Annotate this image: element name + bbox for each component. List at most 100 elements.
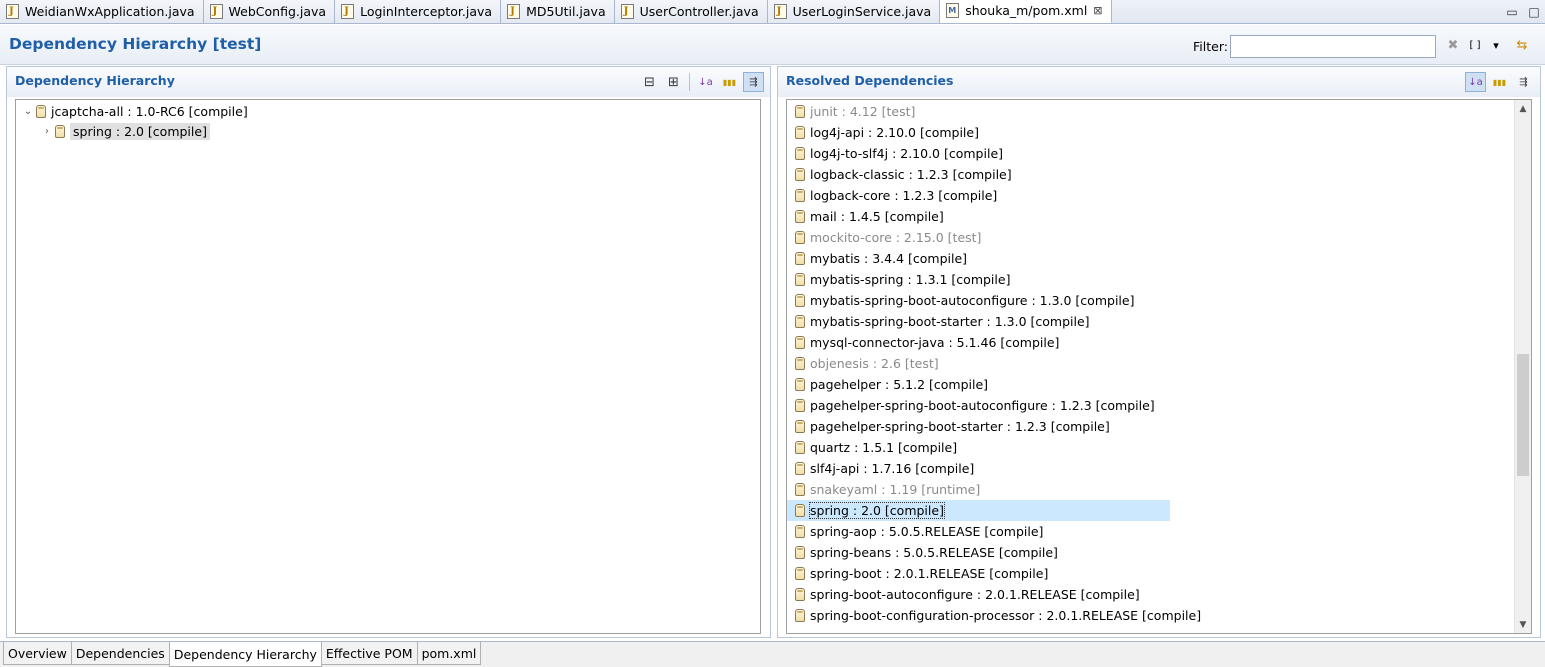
expand-toggle-icon[interactable]: ⌄ <box>20 106 36 117</box>
list-item-label: mybatis-spring-boot-starter : 1.3.0 [com… <box>810 314 1090 329</box>
list-item-label: objenesis : 2.6 [test] <box>810 356 939 371</box>
editor-tab[interactable]: J LoginInterceptor.java <box>335 0 502 23</box>
section-title: Resolved Dependencies <box>786 73 954 88</box>
list-item[interactable]: spring-boot-autoconfigure : 2.0.1.RELEAS… <box>787 584 1531 605</box>
collapse-all-icon[interactable]: ⊟ <box>639 72 660 92</box>
editor-tab-label: LoginInterceptor.java <box>360 3 493 19</box>
list-item[interactable]: mysql-connector-java : 5.1.46 [compile] <box>787 332 1531 353</box>
filter-input[interactable] <box>1230 35 1436 58</box>
list-item-label: quartz : 1.5.1 [compile] <box>810 440 958 455</box>
editor-tab[interactable]: J MD5Util.java <box>501 0 615 23</box>
resolved-rows: junit : 4.12 [test] log4j-api : 2.10.0 [c… <box>787 100 1531 626</box>
list-item[interactable]: mybatis : 3.4.4 [compile] <box>787 248 1531 269</box>
jar-icon <box>795 252 805 265</box>
group-icon[interactable]: ▮▮▮ <box>1489 72 1510 92</box>
editor-tab[interactable]: J UserLoginService.java <box>767 0 941 23</box>
list-item[interactable]: quartz : 1.5.1 [compile] <box>787 437 1531 458</box>
list-item[interactable]: spring-beans : 5.0.5.RELEASE [compile] <box>787 542 1531 563</box>
section-toolbar: ↓a ▮▮▮ ⇶ <box>1465 72 1534 92</box>
editor-tab-label: WebConfig.java <box>228 3 327 19</box>
list-item-label: mybatis : 3.4.4 [compile] <box>810 251 968 266</box>
list-item[interactable]: pagehelper-spring-boot-autoconfigure : 1… <box>787 395 1531 416</box>
jar-icon <box>795 189 805 202</box>
resolved-list[interactable]: junit : 4.12 [test] log4j-api : 2.10.0 [c… <box>786 99 1532 634</box>
list-item[interactable]: slf4j-api : 1.7.16 [compile] <box>787 458 1531 479</box>
section-header: Dependency Hierarchy ⊟ ⊞ ↓a ▮▮▮ ⇶ <box>7 67 770 97</box>
minimize-icon[interactable]: ▭ <box>1501 1 1523 23</box>
jar-icon <box>795 567 805 580</box>
list-item[interactable]: spring-aop : 5.0.5.RELEASE [compile] <box>787 521 1531 542</box>
editor-tab-label: WeidianWxApplication.java <box>25 3 195 19</box>
editor-tab[interactable]: Mshouka_m/pom.xml ⊠ <box>940 0 1112 23</box>
scroll-up-icon[interactable]: ▲ <box>1515 100 1531 117</box>
filter-icon[interactable]: ⇶ <box>743 72 764 92</box>
scroll-down-icon[interactable]: ▼ <box>1515 616 1531 633</box>
jar-icon <box>795 294 805 307</box>
list-item[interactable]: mail : 1.4.5 [compile] <box>787 206 1531 227</box>
list-item[interactable]: mybatis-spring-boot-starter : 1.3.0 [com… <box>787 311 1531 332</box>
section-title: Dependency Hierarchy <box>15 73 175 88</box>
page-tab[interactable]: Dependency Hierarchy <box>168 642 322 667</box>
jar-icon <box>795 168 805 181</box>
page-tab[interactable]: pom.xml <box>416 642 482 665</box>
page-tab-list: Overview Dependencies Dependency Hierarchy… <box>3 642 482 667</box>
scroll-thumb[interactable] <box>1517 354 1529 476</box>
jar-icon <box>795 336 805 349</box>
list-item[interactable]: logback-classic : 1.2.3 [compile] <box>787 164 1531 185</box>
sync-icon[interactable]: ⇆ <box>1513 36 1531 54</box>
sort-alpha-icon[interactable]: ↓a <box>695 72 716 92</box>
list-item[interactable]: mybatis-spring : 1.3.1 [compile] <box>787 269 1531 290</box>
tree-item[interactable]: › spring : 2.0 [compile] <box>16 121 760 141</box>
list-item[interactable]: spring-boot : 2.0.1.RELEASE [compile] <box>787 563 1531 584</box>
sort-alpha-icon[interactable]: ↓a <box>1465 72 1486 92</box>
jar-icon <box>795 273 805 286</box>
page-tab[interactable]: Overview <box>3 642 72 665</box>
editor-tab[interactable]: J UserController.java <box>614 0 768 23</box>
maximize-icon[interactable]: □ <box>1523 1 1545 23</box>
jar-icon <box>795 588 805 601</box>
jar-icon <box>795 399 805 412</box>
list-item[interactable]: spring-boot-configuration-processor : 2.… <box>787 605 1531 626</box>
filter-label: Filter: <box>1193 39 1228 54</box>
hierarchy-tree[interactable]: ⌄ jcaptcha-all : 1.0-RC6 [compile] › spring… <box>15 99 761 634</box>
list-item[interactable]: snakeyaml : 1.19 [runtime] <box>787 479 1531 500</box>
list-item[interactable]: pagehelper-spring-boot-starter : 1.2.3 [… <box>787 416 1531 437</box>
list-item-label: mail : 1.4.5 [compile] <box>810 209 944 224</box>
list-item-label: log4j-api : 2.10.0 [compile] <box>810 125 979 140</box>
java-file-icon: J <box>209 3 223 19</box>
list-item[interactable]: objenesis : 2.6 [test] <box>787 353 1531 374</box>
page-tab[interactable]: Dependencies <box>70 642 170 665</box>
list-item[interactable]: log4j-api : 2.10.0 [compile] <box>787 122 1531 143</box>
list-item[interactable]: pagehelper : 5.1.2 [compile] <box>787 374 1531 395</box>
filter-icon[interactable]: ⇶ <box>1513 72 1534 92</box>
list-item-label: logback-classic : 1.2.3 [compile] <box>810 167 1012 182</box>
jar-icon <box>795 609 805 622</box>
jar-icon <box>795 504 805 517</box>
vertical-scrollbar[interactable]: ▲ ▼ <box>1514 100 1531 633</box>
list-item[interactable]: junit : 4.12 [test] <box>787 101 1531 122</box>
list-item[interactable]: mockito-core : 2.15.0 [test] <box>787 227 1531 248</box>
page-tab[interactable]: Effective POM <box>320 642 418 665</box>
list-item-label: logback-core : 1.2.3 [compile] <box>810 188 998 203</box>
close-icon[interactable]: ⊠ <box>1093 4 1102 17</box>
java-file-icon: J <box>341 3 355 19</box>
editor-tab[interactable]: J WebConfig.java <box>203 0 336 23</box>
group-icon[interactable]: ▮▮▮ <box>719 72 740 92</box>
list-item[interactable]: spring : 2.0 [compile] <box>787 500 1170 521</box>
clear-filter-icon[interactable]: ✖ <box>1444 36 1462 54</box>
editor-tab[interactable]: J WeidianWxApplication.java <box>0 0 204 23</box>
list-item[interactable]: log4j-to-slf4j : 2.10.0 [compile] <box>787 143 1531 164</box>
list-item[interactable]: logback-core : 1.2.3 [compile] <box>787 185 1531 206</box>
editor-tab-label: MD5Util.java <box>526 3 606 19</box>
list-item-label: spring-aop : 5.0.5.RELEASE [compile] <box>810 524 1044 539</box>
section-header: Resolved Dependencies ↓a ▮▮▮ ⇶ <box>778 67 1540 97</box>
hierarchy-rows: ⌄ jcaptcha-all : 1.0-RC6 [compile] › spring… <box>16 100 760 141</box>
page-tab-bar: Overview Dependencies Dependency Hierarchy… <box>0 641 1545 667</box>
list-item[interactable]: mybatis-spring-boot-autoconfigure : 1.3.… <box>787 290 1531 311</box>
expand-toggle-icon[interactable]: › <box>39 126 55 137</box>
expand-all-icon[interactable]: ⊞ <box>663 72 684 92</box>
chevron-down-icon[interactable]: ▾ <box>1487 36 1505 54</box>
brackets-icon[interactable]: [ ] <box>1466 36 1484 54</box>
tree-item[interactable]: ⌄ jcaptcha-all : 1.0-RC6 [compile] <box>16 101 760 121</box>
jar-icon <box>795 315 805 328</box>
